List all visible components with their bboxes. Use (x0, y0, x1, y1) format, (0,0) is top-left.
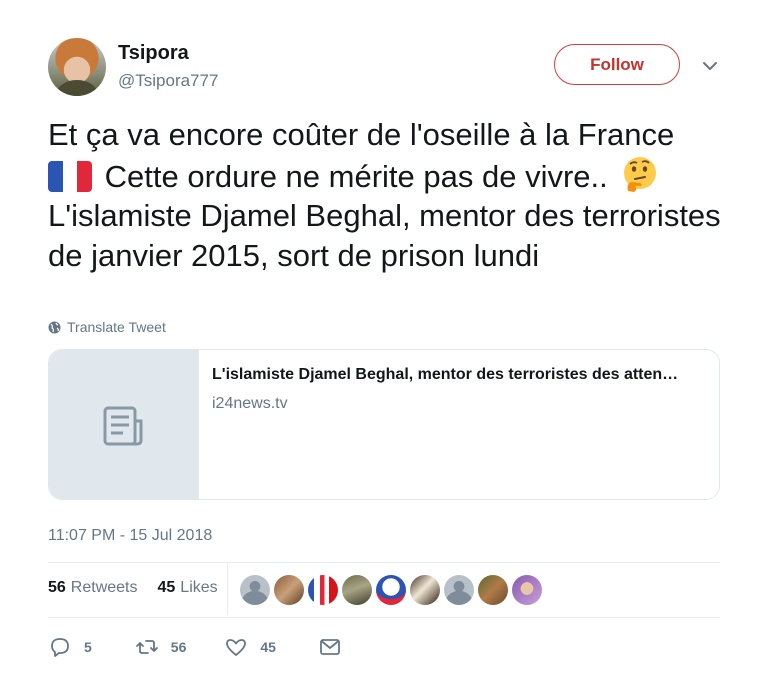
retweet-icon (135, 640, 158, 654)
liker-avatar[interactable] (512, 575, 542, 605)
thinking-face-icon (620, 155, 660, 195)
reply-count: 5 (84, 639, 92, 655)
stats-separator (227, 563, 228, 615)
message-button[interactable] (318, 635, 342, 659)
tweet-actions: 5 56 45 (48, 635, 342, 659)
user-avatar[interactable] (48, 38, 106, 96)
reply-button[interactable]: 5 (48, 635, 92, 659)
liker-avatar[interactable] (240, 575, 270, 605)
tweet-text: Et ça va encore coûter de l'oseille à la… (48, 115, 728, 275)
liker-avatar[interactable] (376, 575, 406, 605)
translate-label: Translate Tweet (67, 319, 166, 335)
tweet-stats: 56 Retweets 45 Likes (48, 579, 218, 597)
translate-tweet-link[interactable]: Translate Tweet (48, 319, 166, 335)
envelope-icon (320, 639, 340, 655)
tweet-header: Tsipora @Tsipora777 Follow (48, 38, 728, 98)
chevron-down-icon[interactable] (700, 56, 720, 76)
reply-icon (51, 638, 69, 657)
link-preview-card[interactable]: L'islamiste Djamel Beghal, mentor des te… (48, 349, 720, 500)
retweets-stat[interactable]: 56 Retweets (48, 579, 138, 597)
liker-avatar[interactable] (274, 575, 304, 605)
french-flag-icon (48, 160, 92, 192)
likers-avatars (240, 575, 542, 605)
user-handle[interactable]: @Tsipora777 (118, 71, 218, 91)
liker-avatar[interactable] (308, 575, 338, 605)
likes-stat[interactable]: 45 Likes (158, 579, 218, 597)
tweet-line-1: Et ça va encore coûter de l'oseille à la… (48, 117, 675, 152)
heart-icon (226, 639, 247, 656)
liker-avatar[interactable] (444, 575, 474, 605)
likes-label: Likes (180, 579, 218, 596)
document-icon (103, 406, 143, 445)
globe-icon (48, 321, 61, 333)
divider (48, 617, 720, 618)
retweets-count: 56 (48, 579, 66, 596)
retweet-button[interactable]: 56 (135, 635, 187, 659)
link-thumbnail (49, 350, 199, 499)
link-domain: i24news.tv (212, 395, 288, 412)
tweet-timestamp[interactable]: 11:07 PM - 15 Jul 2018 (48, 527, 212, 545)
tweet-line-2: Cette ordure ne mérite pas de vivre.. (104, 158, 608, 194)
retweet-count: 56 (170, 639, 187, 655)
liker-avatar[interactable] (478, 575, 508, 605)
divider (48, 562, 720, 563)
liker-avatar[interactable] (342, 575, 372, 605)
retweets-label: Retweets (70, 579, 138, 596)
tweet-line-3: L'islamiste Djamel Beghal, mentor des te… (48, 198, 721, 273)
liker-avatar[interactable] (410, 575, 440, 605)
follow-button[interactable]: Follow (554, 44, 680, 85)
user-name[interactable]: Tsipora (118, 42, 189, 65)
tweet-card: Tsipora @Tsipora777 Follow Et ça va enco… (0, 0, 768, 691)
like-count: 45 (260, 639, 276, 655)
likes-count: 45 (157, 579, 176, 596)
like-button[interactable]: 45 (224, 635, 276, 659)
link-title[interactable]: L'islamiste Djamel Beghal, mentor des te… (212, 366, 707, 384)
